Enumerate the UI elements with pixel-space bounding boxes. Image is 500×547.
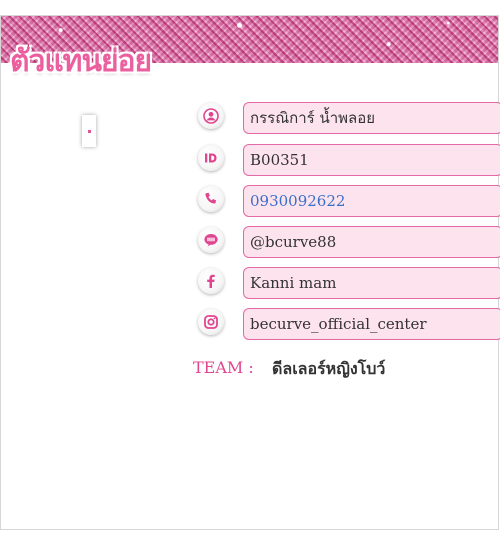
id-row: B00351 bbox=[198, 144, 500, 179]
phone-icon bbox=[198, 186, 224, 212]
facebook-field[interactable]: Kanni mam bbox=[243, 267, 500, 299]
line-row: @bcurve88 bbox=[198, 226, 500, 261]
facebook-row: Kanni mam bbox=[198, 267, 500, 302]
user-icon bbox=[198, 103, 224, 129]
member-id-field[interactable]: B00351 bbox=[243, 144, 500, 176]
phone-link[interactable]: 0930092622 bbox=[243, 185, 500, 217]
team-value: ดีลเลอร์หญิงโบว์ bbox=[272, 359, 386, 378]
team-label: TEAM : bbox=[193, 358, 254, 377]
phone-row: 0930092622 bbox=[198, 185, 500, 220]
line-id-field[interactable]: @bcurve88 bbox=[243, 226, 500, 258]
facebook-icon bbox=[198, 268, 224, 294]
id-icon bbox=[198, 145, 224, 171]
avatar bbox=[82, 115, 96, 147]
name-field[interactable]: กรรณิการ์ น้ำพลอย bbox=[243, 102, 500, 134]
instagram-icon bbox=[198, 309, 224, 335]
name-row: กรรณิการ์ น้ำพลอย bbox=[198, 102, 500, 137]
instagram-row: becurve_official_center bbox=[198, 308, 500, 343]
instagram-field[interactable]: becurve_official_center bbox=[243, 308, 500, 340]
page-title: ตัวแทนย่อย bbox=[10, 44, 152, 79]
line-icon bbox=[198, 227, 224, 253]
